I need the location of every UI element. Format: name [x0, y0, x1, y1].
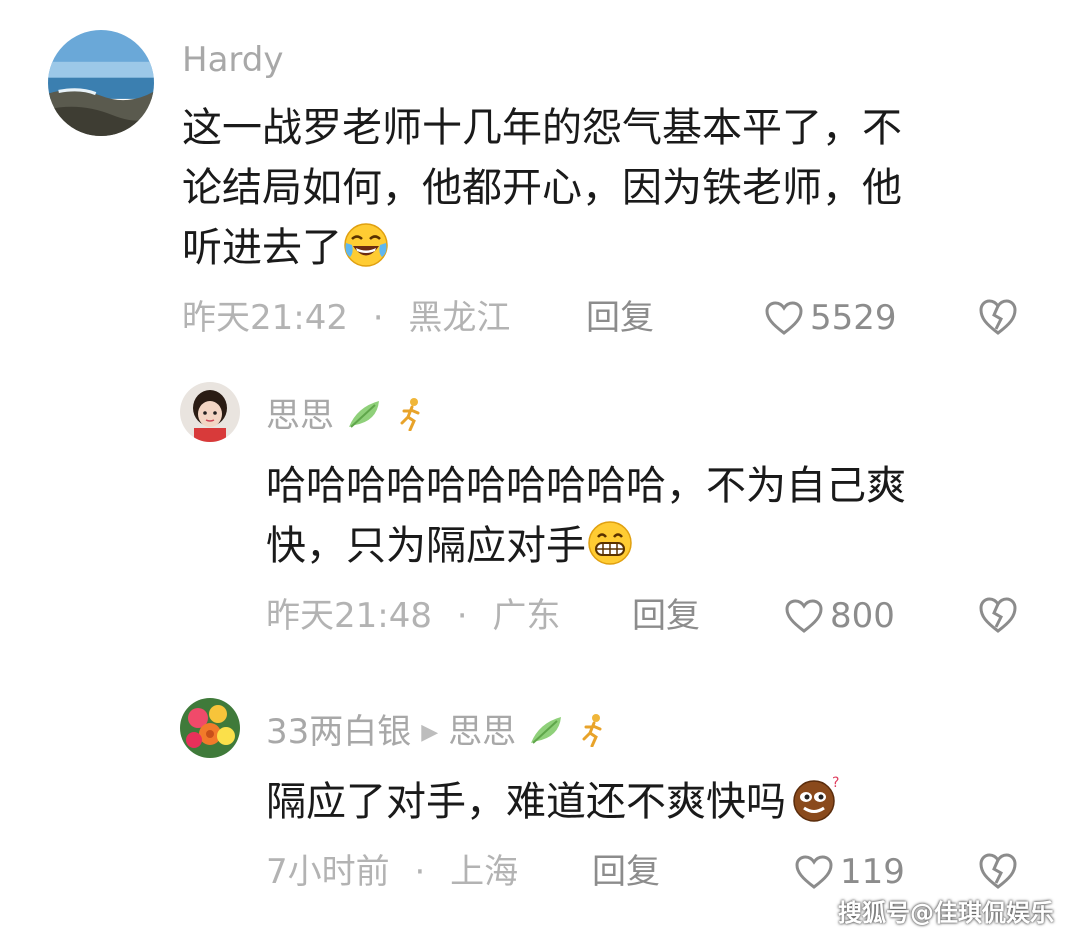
reply-button[interactable]: 回复 — [586, 298, 654, 338]
smug-emoji-icon: ? — [786, 775, 846, 823]
runner-icon — [396, 397, 426, 440]
comment-username[interactable]: 33两白银 — [266, 712, 411, 752]
comment-username[interactable]: 思思 — [266, 396, 334, 436]
comment-location: 广东 — [492, 596, 561, 636]
comment-username-row: 思思 — [266, 396, 426, 440]
like-count: 119 — [840, 852, 905, 892]
avatar[interactable] — [180, 698, 240, 758]
meta-separator: · — [414, 852, 426, 892]
runner-icon — [578, 713, 608, 756]
comment-text-line-last: 隔应了对手，难道还不爽快吗 ? — [266, 772, 846, 832]
avatar[interactable] — [180, 382, 240, 442]
reply-button[interactable]: 回复 — [592, 852, 660, 892]
avatar[interactable] — [48, 30, 154, 136]
comment-text-line-last: 快，只为隔应对手 — [266, 516, 634, 576]
reply-button[interactable]: 回复 — [632, 596, 700, 636]
comment-meta: 7小时前 · 上海 — [266, 852, 518, 892]
broken-heart-icon[interactable] — [978, 298, 1018, 336]
leaf-icon — [345, 397, 385, 440]
broken-heart-icon[interactable] — [978, 852, 1018, 890]
leaf-icon — [527, 713, 567, 756]
comment-text: 隔应了对手，难道还不爽快吗 — [266, 779, 786, 825]
like-button[interactable]: 5529 — [764, 298, 897, 338]
comment-location: 上海 — [450, 852, 519, 892]
heart-icon — [795, 855, 833, 889]
comment-meta: 昨天21:48 · 广东 — [266, 596, 560, 636]
comment-text-line: 论结局如何，他都开心，因为铁老师，他 — [182, 165, 902, 211]
like-count: 800 — [830, 596, 895, 636]
comment-location: 黑龙江 — [408, 298, 511, 338]
comment-text-line-last: 听进去了 — [182, 218, 390, 278]
comment-time: 昨天21:48 — [266, 596, 432, 636]
reply-arrow-icon: ▶ — [421, 720, 439, 745]
svg-text:?: ? — [832, 775, 839, 791]
grin-emoji-icon — [586, 519, 634, 567]
heart-icon — [785, 599, 823, 633]
comment-time: 7小时前 — [266, 852, 390, 892]
comment-username-row: 33两白银 ▶ 思思 — [266, 712, 608, 756]
comment-text: 听进去了 — [182, 225, 342, 271]
comment-meta: 昨天21:42 · 黑龙江 — [182, 298, 510, 338]
comment-text-line: 哈哈哈哈哈哈哈哈哈哈，不为自己爽 — [266, 463, 906, 509]
like-button[interactable]: 800 — [784, 596, 895, 636]
comment-text: 快，只为隔应对手 — [266, 523, 586, 569]
meta-separator: · — [372, 298, 384, 338]
meta-separator: · — [456, 596, 468, 636]
comment-username[interactable]: Hardy — [182, 40, 284, 80]
comment-text-line: 这一战罗老师十几年的怨气基本平了，不 — [182, 105, 902, 151]
reply-to-username[interactable]: 思思 — [448, 712, 516, 752]
heart-icon — [765, 301, 803, 335]
like-count: 5529 — [810, 298, 897, 338]
comment-time: 昨天21:42 — [182, 298, 348, 338]
broken-heart-icon[interactable] — [978, 596, 1018, 634]
watermark: 搜狐号@佳琪侃娱乐 — [838, 899, 1054, 927]
like-button[interactable]: 119 — [794, 852, 905, 892]
laugh-crying-emoji-icon — [342, 221, 390, 269]
